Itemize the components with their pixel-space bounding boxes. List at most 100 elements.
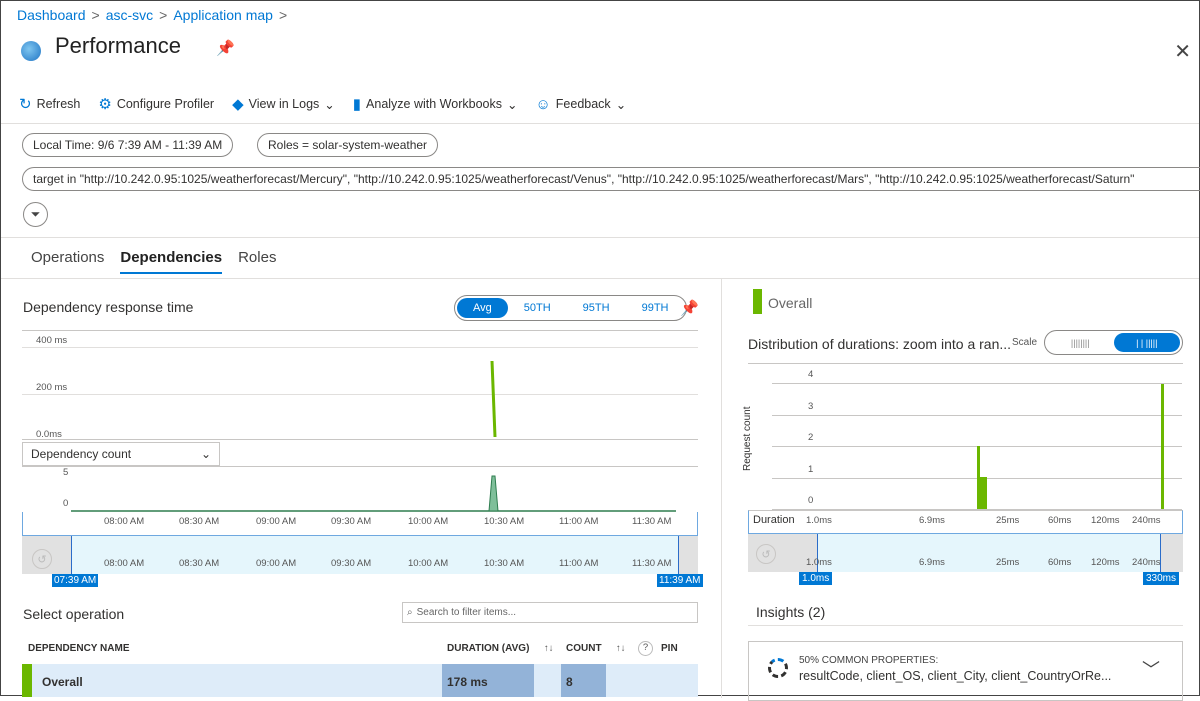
x-tick: 08:30 AM (179, 516, 220, 527)
breadcrumb-app-map[interactable]: Application map (173, 7, 273, 23)
x-tick: 10:30 AM (484, 558, 525, 569)
gear-icon: ⚙ (98, 96, 112, 113)
seg-avg[interactable]: Avg (457, 298, 508, 318)
duration-label: Duration (753, 514, 795, 526)
hist-bar (977, 446, 980, 509)
workbook-icon: ▮ (352, 96, 362, 113)
refresh-icon: ↻ (19, 96, 32, 113)
row-duration: 178 ms (447, 675, 488, 689)
add-filter-icon[interactable]: ⏷ (23, 202, 48, 227)
range-start-handle[interactable]: 07:39 AM (52, 574, 99, 587)
duration-end-handle[interactable]: 330ms (1143, 572, 1180, 585)
select-operation-label: Select operation (23, 606, 125, 622)
x-tick: 60ms (1048, 515, 1072, 526)
duration-histogram (977, 384, 1164, 509)
close-icon[interactable]: ✕ (1174, 39, 1191, 64)
response-time-line (490, 360, 497, 438)
row-count: 8 (566, 675, 573, 689)
col-duration[interactable]: DURATION (AVG) (447, 643, 529, 654)
target-filter-pill[interactable]: target in "http://10.242.0.95:1025/weath… (22, 167, 1200, 191)
percentile-selector: Avg 50TH 95TH 99TH (454, 295, 688, 321)
tab-dependencies[interactable]: Dependencies (120, 249, 223, 274)
y-axis-label: Request count (742, 406, 753, 472)
feedback-button[interactable]: ☺ Feedback ⌄ (535, 96, 626, 113)
col-count[interactable]: COUNT (566, 643, 602, 654)
range-end-handle[interactable]: 11:39 AM (657, 574, 703, 587)
breadcrumb-dashboard[interactable]: Dashboard (17, 7, 86, 23)
x-tick: 10:30 AM (484, 516, 525, 527)
col-pin: PIN (661, 643, 678, 654)
smiley-icon: ☺ (535, 95, 551, 113)
x-tick: 25ms (996, 557, 1020, 568)
x-tick: 10:00 AM (408, 516, 449, 527)
reset-zoom-icon[interactable]: ↺ (756, 544, 776, 564)
x-tick: 08:00 AM (104, 516, 145, 527)
search-icon: ⌕ (407, 607, 413, 618)
chevron-down-icon: ⌄ (506, 97, 518, 112)
roles-filter-pill[interactable]: Roles = solar-system-weather (257, 133, 439, 157)
duration-start-handle[interactable]: 1.0ms (799, 572, 833, 585)
seg-99th[interactable]: 99TH (626, 298, 685, 318)
legend-label: Overall (768, 295, 813, 311)
hist-bar (1161, 384, 1164, 509)
x-tick: 09:00 AM (256, 558, 297, 569)
series-color-swatch (22, 664, 32, 697)
insight-heading: 50% COMMON PROPERTIES: (799, 655, 939, 666)
linear-scale-option[interactable]: |||||||| (1047, 333, 1114, 352)
chart-title: Dependency response time (23, 299, 194, 315)
y-tick: 200 ms (36, 382, 68, 393)
x-tick: 1.0ms (806, 557, 832, 568)
view-in-logs-button[interactable]: ◆ View in Logs ⌄ (232, 95, 335, 113)
insight-progress-icon (768, 658, 788, 678)
x-tick: 08:30 AM (179, 558, 220, 569)
y-tick: 400 ms (36, 335, 68, 346)
y-tick: 4 (808, 369, 814, 380)
count-area-chart (71, 475, 676, 512)
sort-icon[interactable]: ↑↓ (616, 643, 626, 654)
hist-bar (980, 477, 987, 509)
x-tick: 1.0ms (806, 515, 832, 526)
scale-label: Scale (1012, 337, 1038, 348)
x-tick: 09:00 AM (256, 516, 297, 527)
pin-chart-icon[interactable]: 📌 (680, 299, 699, 317)
x-tick: 6.9ms (919, 515, 945, 526)
analyze-workbooks-button[interactable]: ▮ Analyze with Workbooks ⌄ (353, 95, 518, 113)
time-filter-pill[interactable]: Local Time: 9/6 7:39 AM - 11:39 AM (22, 133, 234, 157)
distribution-title: Distribution of durations: zoom into a r… (748, 336, 1012, 352)
scale-toggle[interactable]: |||||||| | | ||||| (1044, 330, 1183, 355)
chevron-down-icon: ⌄ (615, 97, 627, 112)
refresh-button[interactable]: ↻ Refresh (19, 95, 80, 113)
x-tick: 08:00 AM (104, 558, 145, 569)
reset-zoom-icon[interactable]: ↺ (32, 549, 52, 569)
search-input[interactable]: ⌕ Search to filter items... (402, 602, 698, 623)
legend-swatch (753, 289, 762, 314)
sort-icon[interactable]: ↑↓ (544, 643, 554, 654)
x-tick: 60ms (1048, 557, 1072, 568)
pin-col-icon: ? (638, 641, 653, 656)
count-spike (488, 475, 499, 512)
y-tick: 5 (63, 467, 69, 478)
app-insights-icon (21, 41, 41, 61)
response-series-line (490, 360, 497, 438)
x-tick: 240ms (1132, 515, 1161, 526)
configure-profiler-button[interactable]: ⚙ Configure Profiler (98, 95, 214, 113)
seg-95th[interactable]: 95TH (567, 298, 626, 318)
tab-operations[interactable]: Operations (31, 249, 104, 274)
insights-title: Insights (2) (756, 604, 826, 620)
insight-body: resultCode, client_OS, client_City, clie… (799, 669, 1112, 683)
x-tick: 11:30 AM (632, 558, 672, 569)
dependency-count-select[interactable]: Dependency count ⌄ (22, 442, 220, 466)
col-dependency-name[interactable]: DEPENDENCY NAME (28, 643, 130, 654)
x-tick: 6.9ms (919, 557, 945, 568)
breadcrumb: Dashboard > asc-svc > Application map > (17, 7, 288, 23)
expand-chevron-icon[interactable]: ﹀ (1142, 656, 1160, 682)
seg-50th[interactable]: 50TH (508, 298, 567, 318)
pin-icon[interactable]: 📌 (216, 39, 235, 57)
page-title: Performance (55, 33, 181, 58)
breadcrumb-asc-svc[interactable]: asc-svc (106, 7, 153, 23)
tab-roles[interactable]: Roles (238, 249, 276, 274)
x-tick: 120ms (1091, 557, 1120, 568)
x-tick: 09:30 AM (331, 558, 372, 569)
tab-bar: Operations Dependencies Roles (31, 249, 276, 274)
log-scale-option[interactable]: | | ||||| (1113, 333, 1180, 352)
